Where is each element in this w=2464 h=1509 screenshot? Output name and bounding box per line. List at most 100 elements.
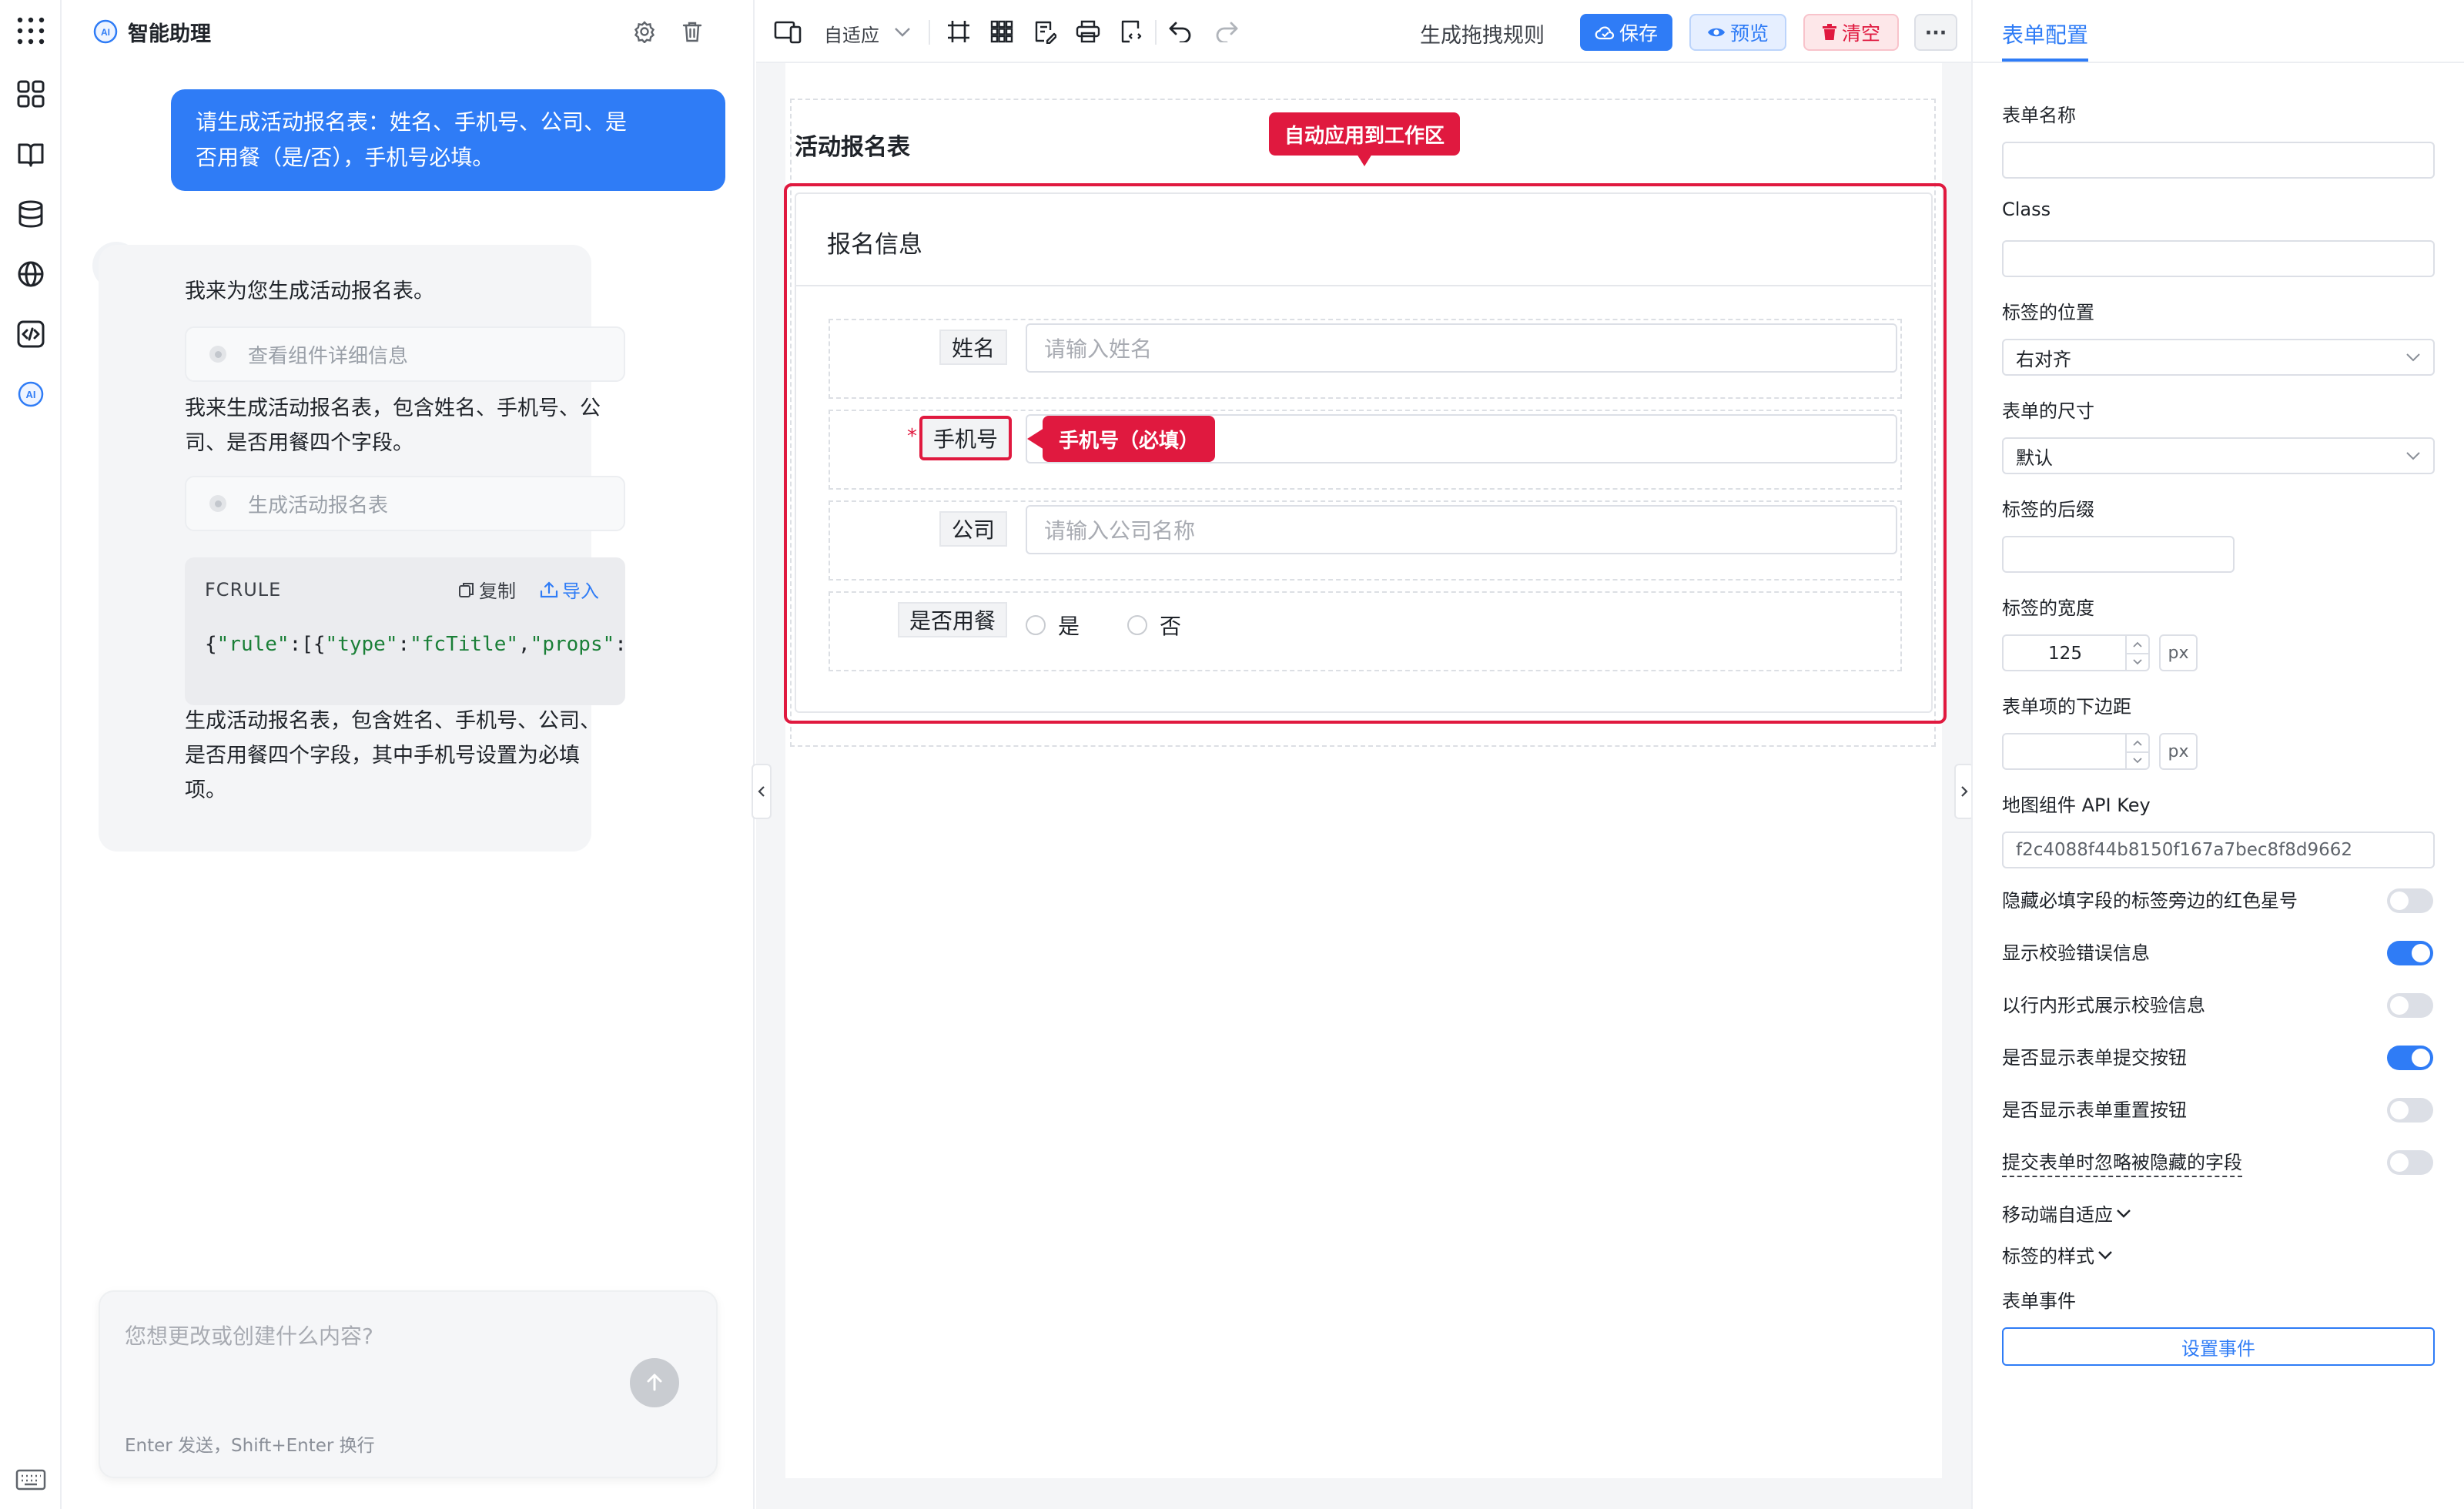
tool-call-label: 生成活动报名表 [248,494,389,517]
radio-no[interactable] [1127,615,1147,635]
section-divider [796,285,1931,286]
chevron-down-icon[interactable] [892,22,913,43]
tool-call-label: 查看组件详细信息 [248,344,409,368]
globe-icon[interactable] [11,254,51,294]
edit-doc-icon[interactable] [1030,17,1060,46]
chat-input-placeholder[interactable]: 您想更改或创建什么内容? [125,1320,373,1350]
form-title: 活动报名表 [795,134,910,161]
tool-call-view-components[interactable]: 查看组件详细信息 [185,326,625,382]
import-label: 导入 [562,581,599,602]
label-width-input[interactable]: 125 [2002,634,2150,671]
undo-icon[interactable] [1166,17,1195,46]
callout-auto-apply: 自动应用到工作区 [1269,112,1460,156]
stepper-up-icon[interactable] [2125,734,2148,751]
save-button[interactable]: 保存 [1580,14,1672,51]
label-position-label: 标签的位置 [2002,302,2094,323]
device-icon[interactable] [773,17,802,46]
toggle-show-reset-button[interactable] [2387,1098,2433,1123]
send-button[interactable] [630,1358,679,1407]
meal-option-yes[interactable]: 是 [1026,610,1080,641]
stepper-down-icon[interactable] [2125,751,2148,768]
reply-line: 是否用餐四个字段，其中手机号设置为必填 [185,744,580,768]
form-size-value: 默认 [2016,447,2053,469]
callout-phone-required: 手机号（必填） [1043,416,1215,462]
form-size-select[interactable]: 默认 [2002,437,2435,474]
grid-icon[interactable] [987,17,1016,46]
save-label: 保存 [1619,22,1658,45]
user-message-line: 否用餐（是/否），手机号必填。 [196,145,494,170]
chevron-down-icon [2098,1250,2112,1260]
ai-badge-icon: AI [92,18,119,45]
company-input[interactable]: 请输入公司名称 [1026,505,1897,554]
stepper-down-icon[interactable] [2125,653,2148,670]
toggle-show-validation-errors[interactable] [2387,941,2433,965]
code-line: {"rule":[{"type":"fcTitle","props": [205,633,625,656]
name-input[interactable]: 请输入姓名 [1026,323,1897,373]
generate-rule-button[interactable]: 生成拖拽规则 [1420,18,1545,49]
arrow-up-icon [647,1373,662,1391]
apps-grid-icon[interactable] [11,11,51,51]
components-icon[interactable] [11,74,51,114]
class-input[interactable] [2002,240,2435,277]
keyboard-icon[interactable] [11,1460,51,1500]
radio-yes[interactable] [1026,615,1046,635]
tool-call-generate-form[interactable]: 生成活动报名表 [185,476,625,531]
reply-line: 司、是否用餐四个字段。 [185,431,413,455]
toolbar-divider [929,20,930,45]
label-suffix-label: 标签的后缀 [2002,499,2094,520]
left-rail: AI [0,0,62,1509]
mobile-adaptive-expander[interactable]: 移动端自适应 [2002,1200,2131,1226]
item-margin-unit: px [2159,733,2198,770]
mobile-adaptive-label: 移动端自适应 [2002,1204,2113,1226]
chat-input-box[interactable]: 您想更改或创建什么内容? Enter 发送，Shift+Enter 换行 [99,1290,718,1478]
label-position-select[interactable]: 右对齐 [2002,339,2435,376]
label-style-expander[interactable]: 标签的样式 [2002,1241,2113,1268]
toolbar-divider [1155,20,1157,45]
name-label: 姓名 [939,330,1007,365]
toggle-label: 提交表单时忽略被隐藏的字段 [2002,1147,2242,1177]
toggle-show-submit-button[interactable] [2387,1046,2433,1070]
svg-text:AI: AI [101,27,110,38]
book-icon[interactable] [11,134,51,174]
tool-status-dot-icon [209,346,226,363]
more-button[interactable]: ··· [1914,14,1957,51]
set-events-button[interactable]: 设置事件 [2002,1327,2435,1366]
reply-line: 生成活动报名表，包含姓名、手机号、公司、 [185,709,601,733]
toggle-hide-required-asterisk[interactable] [2387,888,2433,913]
collapse-left-icon[interactable] [752,764,772,819]
api-key-input[interactable]: f2c4088f44b8150f167a7bec8f8d9662 [2002,831,2435,868]
api-key-label: 地图组件 API Key [2002,795,2151,816]
toggle-inline-validation[interactable] [2387,993,2433,1018]
meal-option-no[interactable]: 否 [1127,610,1181,641]
code-icon[interactable] [11,314,51,354]
settings-gear-icon[interactable] [630,17,659,46]
import-button[interactable]: 导入 [539,576,599,603]
ai-icon[interactable]: AI [11,374,51,414]
print-icon[interactable] [1073,17,1103,46]
chevron-down-icon [2117,1209,2131,1218]
code-block: FCRULE 复制 导入 {"rule":[{"type":"fcTitle",… [185,557,625,705]
database-icon[interactable] [11,194,51,234]
script-icon[interactable] [1116,17,1146,46]
toggle-label: 以行内形式展示校验信息 [2002,995,2205,1016]
item-margin-input[interactable] [2002,733,2150,770]
copy-button[interactable]: 复制 [457,576,516,603]
label-suffix-input[interactable] [2002,536,2235,573]
tab-form-config[interactable]: 表单配置 [2002,18,2088,49]
svg-text:AI: AI [26,389,36,400]
copy-icon [459,582,474,597]
chat-input-hint: Enter 发送，Shift+Enter 换行 [125,1436,375,1456]
upload-icon [540,581,558,597]
stepper-up-icon[interactable] [2125,636,2148,653]
frame-icon[interactable] [944,17,973,46]
toggle-label: 是否显示表单提交按钮 [2002,1047,2187,1069]
form-name-input[interactable] [2002,142,2435,179]
trash-icon [1822,24,1836,40]
preview-button[interactable]: 预览 [1689,14,1786,51]
toggle-ignore-hidden-fields[interactable] [2387,1150,2433,1175]
cloud-icon [1595,26,1615,40]
trash-icon[interactable] [678,17,707,46]
redo-icon[interactable] [1212,17,1241,46]
clear-button[interactable]: 清空 [1803,14,1899,51]
device-select-label[interactable]: 自适应 [824,20,879,47]
